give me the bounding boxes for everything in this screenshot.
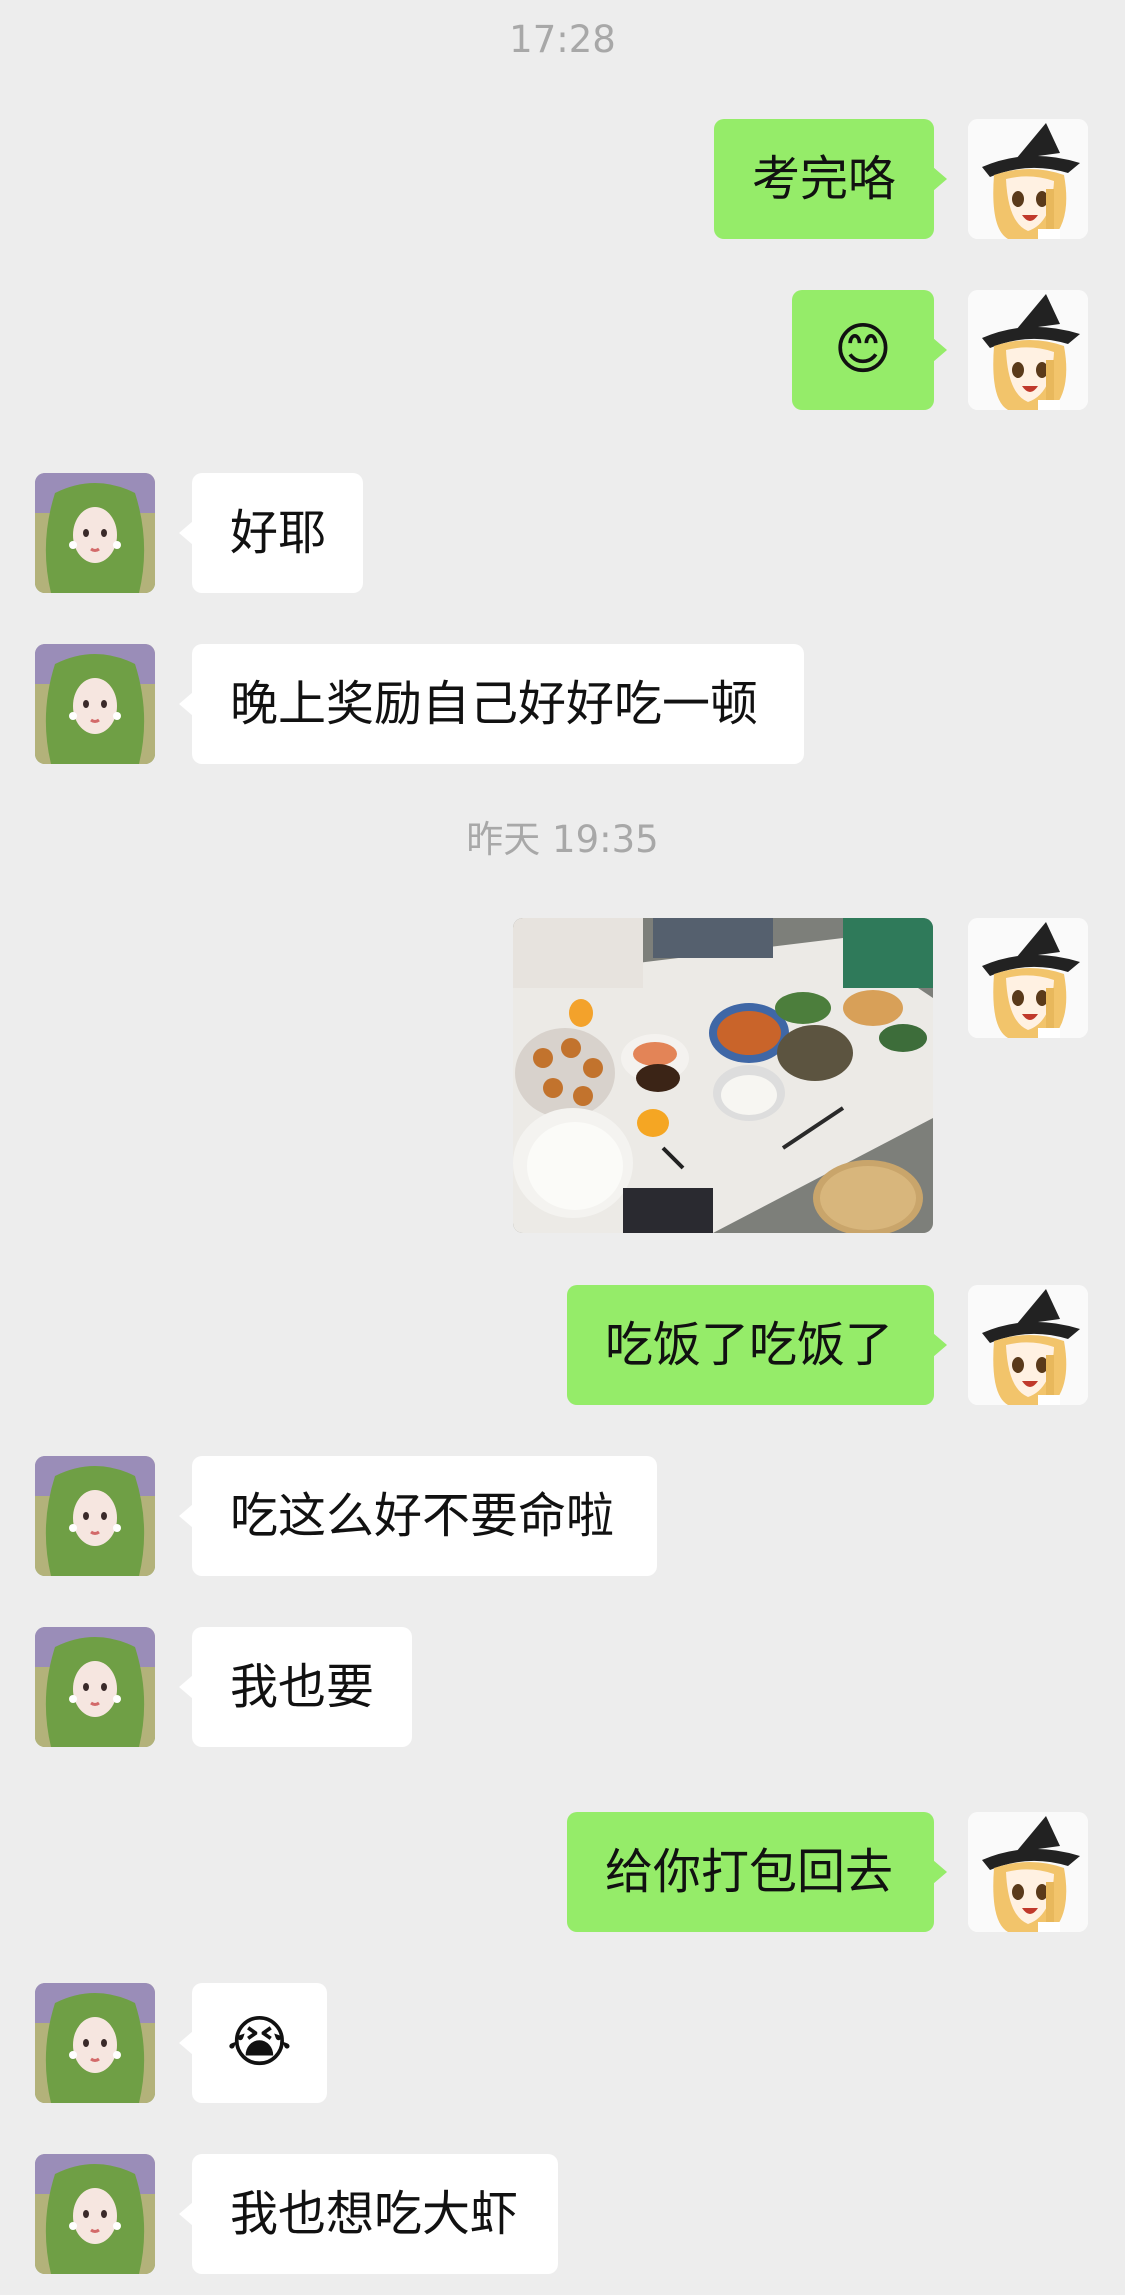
message-bubble-outgoing[interactable]: 吃饭了吃饭了 <box>567 1285 947 1405</box>
message-bubble-incoming[interactable]: 好耶 <box>179 473 363 593</box>
anime-witch-avatar-icon <box>968 119 1088 239</box>
message-bubble-incoming[interactable]: 我也想吃大虾 <box>179 2154 558 2274</box>
my-avatar[interactable] <box>968 119 1088 239</box>
timestamp: 17:28 <box>509 18 616 61</box>
my-avatar[interactable] <box>968 290 1088 410</box>
contact-avatar[interactable] <box>35 2154 155 2274</box>
anime-witch-avatar-icon <box>968 918 1088 1038</box>
green-hair-girl-avatar-icon <box>35 644 155 764</box>
green-hair-girl-avatar-icon <box>35 1627 155 1747</box>
my-avatar[interactable] <box>968 1812 1088 1932</box>
green-hair-girl-avatar-icon <box>35 2154 155 2274</box>
message-bubble-outgoing[interactable]: 考完咯 <box>714 119 947 239</box>
contact-avatar[interactable] <box>35 1627 155 1747</box>
message-bubble-incoming[interactable]: 晚上奖励自己好好吃一顿 <box>179 644 804 764</box>
anime-witch-avatar-icon <box>968 1285 1088 1405</box>
message-bubble-incoming[interactable]: 😭 <box>179 1983 327 2103</box>
food-photo-icon <box>513 918 933 1233</box>
green-hair-girl-avatar-icon <box>35 1456 155 1576</box>
contact-avatar[interactable] <box>35 644 155 764</box>
my-avatar[interactable] <box>968 1285 1088 1405</box>
green-hair-girl-avatar-icon <box>35 1983 155 2103</box>
contact-avatar[interactable] <box>35 1983 155 2103</box>
my-avatar[interactable] <box>968 918 1088 1038</box>
contact-avatar[interactable] <box>35 1456 155 1576</box>
message-bubble-incoming[interactable]: 吃这么好不要命啦 <box>179 1456 657 1576</box>
anime-witch-avatar-icon <box>968 1812 1088 1932</box>
message-bubble-outgoing[interactable]: 给你打包回去 <box>567 1812 947 1932</box>
message-bubble-outgoing[interactable]: 😊 <box>792 290 947 410</box>
timestamp: 昨天 19:35 <box>466 818 659 861</box>
contact-avatar[interactable] <box>35 473 155 593</box>
message-bubble-incoming[interactable]: 我也要 <box>179 1627 412 1747</box>
dinner-table-photo[interactable] <box>513 918 933 1233</box>
green-hair-girl-avatar-icon <box>35 473 155 593</box>
anime-witch-avatar-icon <box>968 290 1088 410</box>
